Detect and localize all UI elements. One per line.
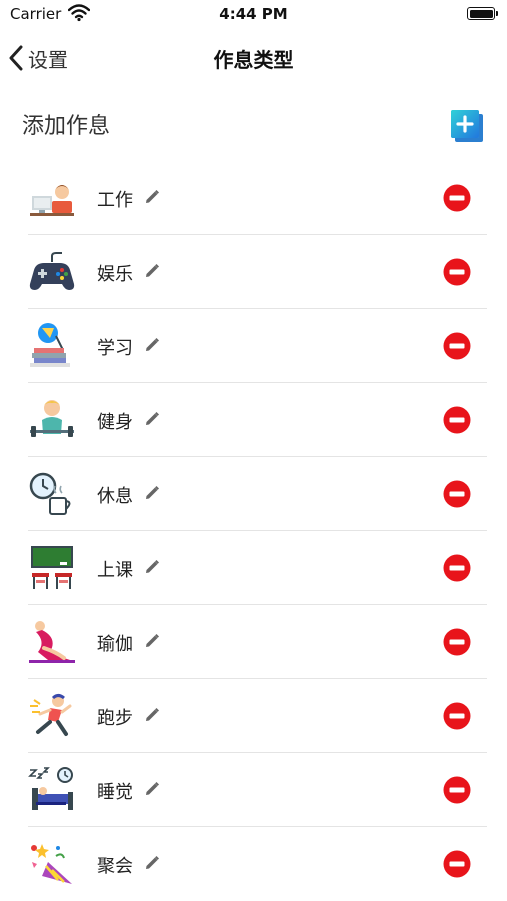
delete-button[interactable] [443, 702, 471, 730]
sleeping-icon [28, 767, 73, 810]
study-lamp-books-icon [30, 323, 70, 367]
status-bar: Carrier 4:44 PM [0, 0, 507, 30]
routine-label: 聚会 [97, 856, 133, 877]
list-item: 聚会 [28, 827, 487, 901]
routine-label: 睡觉 [97, 782, 133, 803]
status-time: 4:44 PM [219, 5, 288, 23]
list-item: 跑步 [28, 679, 487, 753]
routine-label: 学习 [97, 338, 133, 359]
yoga-icon [29, 621, 75, 663]
list-item: 学习 [28, 309, 487, 383]
delete-button[interactable] [443, 628, 471, 656]
routine-label: 娱乐 [97, 264, 133, 285]
list-item: 休息 [28, 457, 487, 531]
delete-button[interactable] [443, 332, 471, 360]
section-title: 添加作息 [22, 114, 111, 139]
routine-label: 跑步 [97, 708, 133, 729]
delete-button[interactable] [443, 406, 471, 434]
pencil-icon[interactable] [144, 337, 160, 353]
classroom-icon [31, 546, 73, 589]
pencil-icon[interactable] [144, 855, 160, 871]
delete-button[interactable] [443, 776, 471, 804]
pencil-icon[interactable] [144, 633, 160, 649]
delete-button[interactable] [443, 184, 471, 212]
section-header: 添加作息 [0, 100, 507, 150]
delete-button[interactable] [443, 480, 471, 508]
gamepad-icon [29, 252, 75, 290]
pencil-icon[interactable] [144, 189, 160, 205]
running-icon [30, 694, 72, 736]
delete-button[interactable] [443, 850, 471, 878]
weightlifting-icon [30, 400, 74, 437]
pencil-icon[interactable] [144, 559, 160, 575]
desk-worker-icon [30, 185, 74, 216]
list-item: 工作 [28, 161, 487, 235]
list-item: 睡觉 [28, 753, 487, 827]
routine-label: 上课 [97, 560, 133, 581]
routine-label: 休息 [97, 486, 133, 507]
pencil-icon[interactable] [144, 485, 160, 501]
delete-button[interactable] [443, 258, 471, 286]
pencil-icon[interactable] [144, 411, 160, 427]
routine-label: 瑜伽 [97, 634, 133, 655]
clock-coffee-icon [29, 472, 71, 515]
list-item: 上课 [28, 531, 487, 605]
routine-label: 工作 [97, 190, 133, 211]
list-item: 瑜伽 [28, 605, 487, 679]
list-item: 健身 [28, 383, 487, 457]
delete-button[interactable] [443, 554, 471, 582]
routine-list: 工作 娱乐 学习 健身 休息 上课 瑜伽 跑步 睡觉 聚会 [28, 161, 487, 901]
navigation-bar: 设置 作息类型 [0, 34, 507, 82]
party-popper-icon [31, 844, 72, 884]
page-title: 作息类型 [213, 48, 294, 72]
pencil-icon[interactable] [144, 707, 160, 723]
add-routine-button[interactable] [447, 106, 487, 146]
list-item: 娱乐 [28, 235, 487, 309]
routine-label: 健身 [97, 412, 133, 433]
pencil-icon[interactable] [144, 781, 160, 797]
pencil-icon[interactable] [144, 263, 160, 279]
battery-icon [467, 7, 498, 20]
